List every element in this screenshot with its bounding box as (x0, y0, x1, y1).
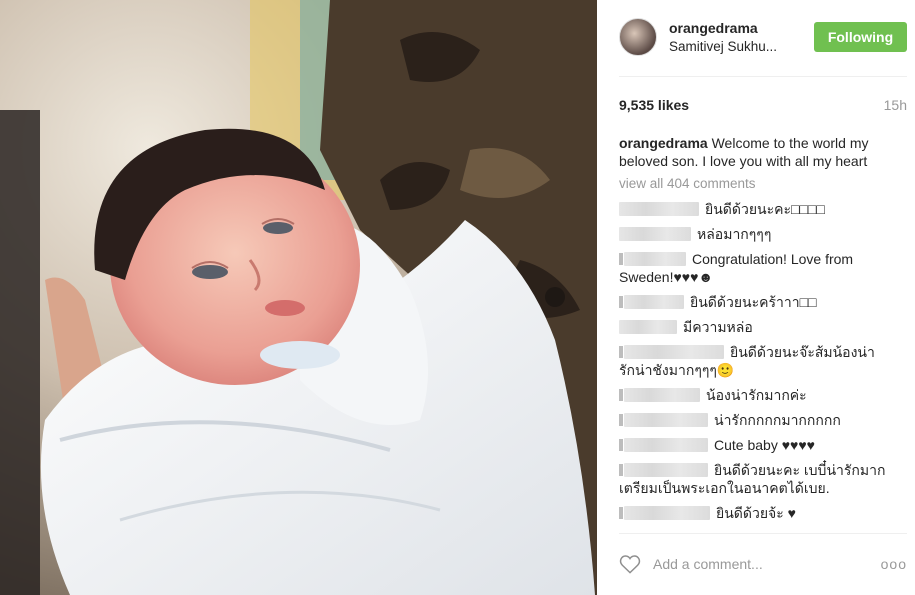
comment-item: ยินดีด้วยนะคะ□□□□ (619, 200, 889, 218)
blurred-username[interactable] (619, 320, 677, 334)
comment-text: ยินดีด้วยจ้ะ ♥ (716, 505, 796, 521)
comment-item: Congratulation! Love from Sweden!♥♥♥☻ (619, 250, 889, 286)
comment-text: มีความหล่อ (683, 319, 753, 335)
comment-text: หล่อมากๆๆๆ (697, 226, 772, 242)
blurred-username[interactable] (624, 252, 686, 266)
post-time[interactable]: 15h (884, 97, 907, 113)
blurred-username[interactable] (624, 413, 708, 427)
heart-outline-icon[interactable] (619, 554, 641, 574)
redacted-mark (619, 464, 623, 476)
comment-text: ยินดีด้วยนะคร้าาา□□ (690, 294, 817, 310)
header-divider (619, 76, 907, 77)
avatar[interactable] (619, 18, 657, 56)
comment-list: ยินดีด้วยนะคะ□□□□ หล่อมากๆๆๆ Congratulatio… (619, 200, 889, 522)
add-comment-bar: ooo (619, 550, 907, 580)
comment-item: Cute baby ♥♥♥♥ (619, 436, 889, 454)
post-photo[interactable] (0, 0, 597, 595)
comments-divider (619, 533, 907, 534)
comment-text: Cute baby ♥♥♥♥ (714, 437, 815, 453)
redacted-mark (619, 439, 623, 451)
comments-section: orangedrama Welcome to the world my belo… (619, 134, 889, 529)
redacted-mark (619, 389, 623, 401)
blurred-username[interactable] (619, 227, 691, 241)
blurred-username[interactable] (624, 388, 700, 402)
comment-item: หล่อมากๆๆๆ (619, 225, 889, 243)
baby-photo-illustration (0, 0, 597, 595)
comment-item: ยินดีด้วยจ้ะ ♥ (619, 504, 889, 522)
comment-item: มีความหล่อ (619, 318, 889, 336)
redacted-mark (619, 296, 623, 308)
location[interactable]: Samitivej Sukhu... (669, 39, 777, 54)
more-options-icon[interactable]: ooo (881, 556, 907, 572)
redacted-mark (619, 507, 623, 519)
post-sidebar: orangedrama Samitivej Sukhu... Following… (597, 0, 915, 595)
view-all-comments-link[interactable]: view all 404 comments (619, 175, 889, 193)
username[interactable]: orangedrama (669, 20, 758, 36)
caption: orangedrama Welcome to the world my belo… (619, 134, 889, 170)
caption-username[interactable]: orangedrama (619, 135, 708, 151)
comment-item: ยินดีด้วยนะคะ เบบี๋น่ารักมาก เตรียมเป็นพ… (619, 461, 889, 497)
post-header: orangedrama Samitivej Sukhu... Following (597, 0, 915, 76)
blurred-username[interactable] (624, 295, 684, 309)
comment-item: ยินดีด้วยนะจ๊ะส้มน้องน่ารักน่าชังมากๆๆๆ🙂 (619, 343, 889, 379)
redacted-mark (619, 414, 623, 426)
add-comment-input[interactable] (653, 553, 863, 575)
comment-item: น่ารักกกกกมากกกกก (619, 411, 889, 429)
likes-count[interactable]: 9,535 likes (619, 97, 689, 113)
blurred-username[interactable] (619, 202, 699, 216)
comment-item: น้องน่ารักมากค่ะ (619, 386, 889, 404)
comment-item: ยินดีด้วยนะคร้าาา□□ (619, 293, 889, 311)
following-button[interactable]: Following (814, 22, 907, 52)
comment-text: น้องน่ารักมากค่ะ (706, 387, 807, 403)
blurred-username[interactable] (624, 506, 710, 520)
redacted-mark (619, 346, 623, 358)
redacted-mark (619, 253, 623, 265)
blurred-username[interactable] (624, 345, 724, 359)
blurred-username[interactable] (624, 438, 708, 452)
blurred-username[interactable] (624, 463, 708, 477)
comment-text: น่ารักกกกกมากกกกก (714, 412, 841, 428)
instagram-post: orangedrama Samitivej Sukhu... Following… (0, 0, 915, 595)
comment-text: ยินดีด้วยนะคะ□□□□ (705, 201, 825, 217)
